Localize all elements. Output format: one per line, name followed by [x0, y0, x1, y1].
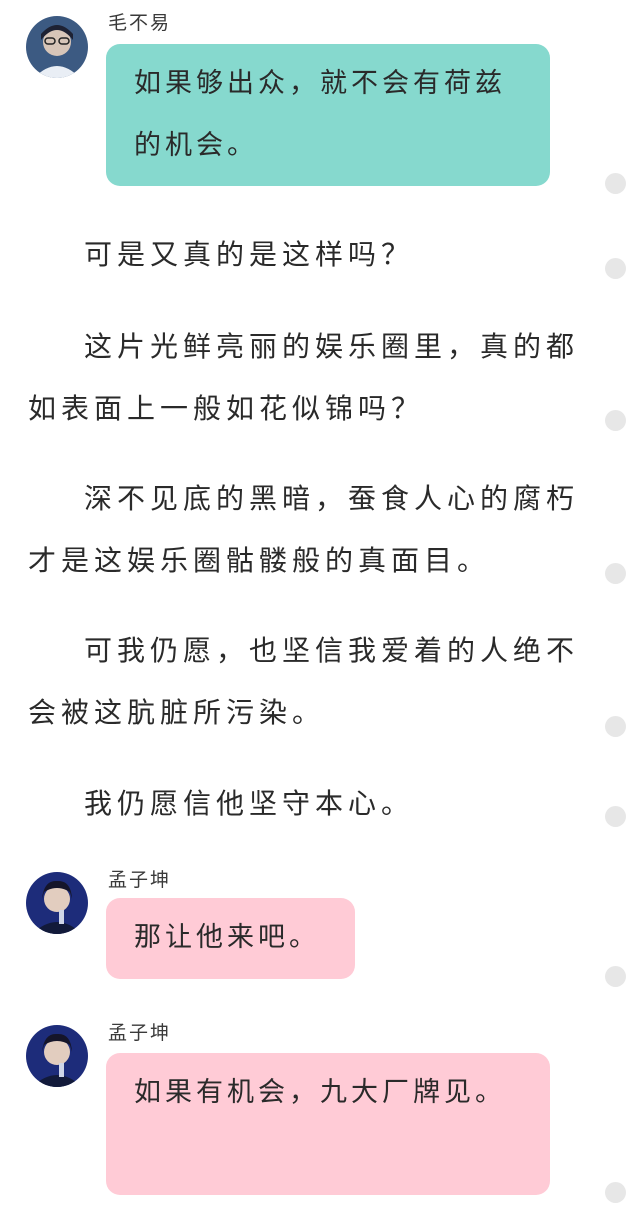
page-indicator-dot	[605, 258, 626, 279]
narration-paragraph: 这片光鲜亮丽的娱乐圈里，真的都如表面上一般如花似锦吗？	[28, 330, 580, 425]
narration-paragraph: 可是又真的是这样吗？	[84, 238, 415, 271]
narration-paragraph: 深不见底的黑暗，蚕食人心的腐朽才是这娱乐圈骷髅般的真面目。	[28, 482, 580, 577]
page-indicator-dot	[605, 410, 626, 431]
page-indicator-dot	[605, 563, 626, 584]
page-indicator-dot	[605, 1182, 626, 1203]
message-bubble[interactable]: 如果够出众，就不会有荷兹的机会。	[106, 44, 550, 186]
message-bubble[interactable]: 如果有机会，九大厂牌见。	[106, 1053, 550, 1195]
page-indicator-dot	[605, 966, 626, 987]
narration-paragraph: 我仍愿信他坚守本心。	[84, 787, 415, 820]
sender-name: 毛不易	[108, 12, 172, 34]
page-indicator-dot	[605, 806, 626, 827]
avatar[interactable]	[26, 872, 88, 934]
avatar[interactable]	[26, 16, 88, 78]
page-indicator-dot	[605, 173, 626, 194]
sender-name: 孟子坤	[108, 869, 172, 891]
message-bubble[interactable]: 那让他来吧。	[106, 898, 355, 979]
narration-paragraph: 可我仍愿，也坚信我爱着的人绝不会被这肮脏所污染。	[28, 634, 580, 729]
sender-name: 孟子坤	[108, 1022, 172, 1044]
page-indicator-dot	[605, 716, 626, 737]
avatar[interactable]	[26, 1025, 88, 1087]
